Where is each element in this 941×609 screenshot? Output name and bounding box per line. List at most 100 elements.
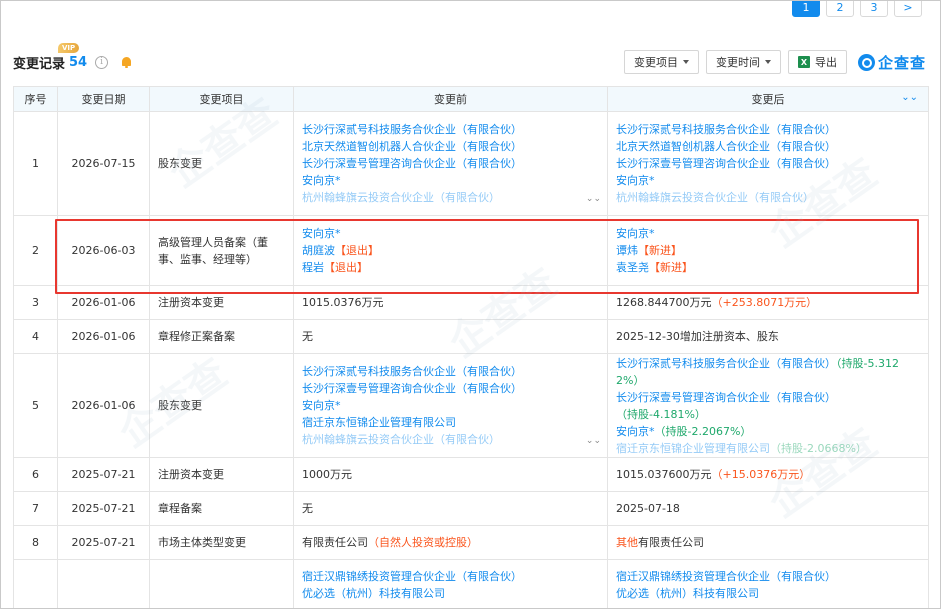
row-number: 6 [13,457,58,492]
change-text: 其他 [616,536,638,549]
entity-link[interactable]: 杭州翰蜂旗云投资合伙企业（有限合伙） [302,191,500,204]
entity-link[interactable]: 安向京* [616,174,655,187]
expand-more-icon[interactable]: ⌄⌄ [586,433,601,450]
entity-link[interactable]: 安向京* [302,174,341,187]
entity-link[interactable]: 优必选（杭州）科技有限公司 [616,587,759,600]
entity-link[interactable]: 宿迁汉鼎锦绣投资管理合伙企业（有限合伙） [302,570,522,583]
change-date: 2026-01-06 [57,353,150,458]
change-text: 2%） [616,373,645,387]
filter-change-time-dropdown[interactable]: 变更时间 [705,50,781,74]
column-header-before: 变更前 [293,86,608,112]
change-text: 【新进】 [649,261,693,274]
export-label: 导出 [814,56,837,69]
change-line: 安向京* [302,397,599,414]
entity-link[interactable]: 程岩 [302,261,324,274]
change-item: 股东变更 [149,353,294,458]
brand-text: 企查查 [877,53,926,72]
entity-link[interactable]: 长沙行深贰号科技服务合伙企业（有限合伙） [302,365,522,378]
change-before: 无 [293,319,608,354]
table-row: 2 2026-06-03 高级管理人员备案（董事、监事、经理等） 安向京* 胡庭波【退出… [13,215,929,286]
entity-link[interactable]: 长沙行深壹号管理咨询合伙企业（有限合伙） [302,382,522,395]
change-date: 2025-07-21 [57,491,150,526]
change-line: 长沙行深贰号科技服务合伙企业（有限合伙） [302,121,599,138]
change-line: 2025-07-18 [616,500,920,517]
change-date: 2026-06-03 [57,215,150,286]
change-date: 2026-07-15 [57,111,150,216]
entity-link[interactable]: 长沙行深贰号科技服务合伙企业（有限合伙） [616,357,836,370]
entity-link[interactable]: 杭州翰蜂旗云投资合伙企业（有限合伙） [302,433,500,446]
change-after: 长沙行深贰号科技服务合伙企业（有限合伙） 北京天然道智创机器人合伙企业（有限合伙）… [607,111,929,216]
change-line: 长沙行深贰号科技服务合伙企业（有限合伙）（持股-5.312 [616,355,920,372]
change-text: 【退出】 [335,244,379,257]
change-before: 安向京* 胡庭波【退出】 程岩【退出】 [293,215,608,286]
change-before: 1000万元 [293,457,608,492]
change-line: 杭州翰蜂旗云投资合伙企业（有限合伙） [302,431,599,448]
caret-down-icon [764,60,771,64]
record-count: 54 [69,54,88,70]
change-before: 1015.0376万元 [293,285,608,320]
change-text: 无 [302,330,313,343]
change-item: 注册资本变更 [149,285,294,320]
entity-link[interactable]: 胡庭波 [302,244,335,257]
change-after-content: 宿迁汉鼎锦绣投资管理合伙企业（有限合伙） 优必选（杭州）科技有限公司 [616,568,920,602]
entity-link[interactable]: 长沙行深贰号科技服务合伙企业（有限合伙） [302,123,522,136]
panel-header: 变更记录 54 VIP i 变更项目 变更时间 X 导出 企查查 [13,42,926,77]
change-after: 1015.037600万元（+15.0376万元） [607,457,929,492]
entity-link[interactable]: 长沙行深壹号管理咨询合伙企业（有限合伙） [616,391,836,404]
change-before-content: 无 [302,500,599,517]
page-button-3[interactable]: 3 [860,1,888,17]
entity-link[interactable]: 宿迁京东恒锦企业管理有限公司 [302,416,456,429]
collapse-all-icon[interactable]: ⌄⌄ [901,92,918,103]
bell-icon[interactable] [120,56,133,69]
change-line: 安向京* [302,172,599,189]
entity-link[interactable]: 长沙行深壹号管理咨询合伙企业（有限合伙） [302,157,522,170]
page-button-2[interactable]: 2 [826,1,854,17]
panel-title: 变更记录 [13,56,66,72]
entity-link[interactable]: 优必选（杭州）科技有限公司 [302,587,445,600]
change-line: 2%） [616,372,920,389]
entity-link[interactable]: 长沙行深贰号科技服务合伙企业（有限合伙） [616,123,836,136]
change-before-content: 1000万元 [302,466,599,483]
change-text: （持股-4.181%） [616,407,706,421]
row-number: 2 [13,215,58,286]
info-icon[interactable]: i [95,55,109,69]
change-line: 北京天然道智创机器人合伙企业（有限合伙） [302,138,599,155]
export-button[interactable]: X 导出 [787,50,847,74]
column-header-item: 变更项目 [149,86,294,112]
change-date [57,559,150,608]
change-line: 有限责任公司（自然人投资或控股） [302,534,599,551]
change-line: 无 [302,500,599,517]
change-after: 长沙行深贰号科技服务合伙企业（有限合伙）（持股-5.312 2%） 长沙行深壹号管理… [607,353,929,458]
entity-link[interactable]: 袁圣尧 [616,261,649,274]
change-after-content: 1268.844700万元（+253.8071万元） [616,294,920,311]
change-line: 2025-12-30增加注册资本、股东 [616,328,920,345]
change-line: 1000万元 [302,466,599,483]
entity-link[interactable]: 杭州翰蜂旗云投资合伙企业（有限合伙） [616,191,814,204]
filter-change-time-label: 变更时间 [715,56,760,69]
entity-link[interactable]: 长沙行深壹号管理咨询合伙企业（有限合伙） [616,157,836,170]
entity-link[interactable]: 宿迁京东恒锦企业管理有限公司 [616,442,770,455]
entity-link[interactable]: 安向京* [616,227,655,240]
change-line: 长沙行深壹号管理咨询合伙企业（有限合伙） [616,155,920,172]
row-number: 7 [13,491,58,526]
change-line: 谭炜【新进】 [616,242,920,259]
entity-link[interactable]: 北京天然道智创机器人合伙企业（有限合伙） [616,140,836,153]
change-text: 有限责任公司 [638,536,704,549]
change-text: （持股-2.2067%） [654,424,752,438]
column-header-after-label: 变更后 [751,93,785,106]
entity-link[interactable]: 安向京* [302,227,341,240]
change-date: 2026-01-06 [57,285,150,320]
entity-link[interactable]: 北京天然道智创机器人合伙企业（有限合伙） [302,140,522,153]
next-page-button[interactable]: > [894,1,922,17]
expand-more-icon[interactable]: ⌄⌄ [586,191,601,208]
change-after: 宿迁汉鼎锦绣投资管理合伙企业（有限合伙） 优必选（杭州）科技有限公司 [607,559,929,608]
change-before-content: 宿迁汉鼎锦绣投资管理合伙企业（有限合伙） 优必选（杭州）科技有限公司 [302,568,599,602]
entity-link[interactable]: 安向京* [616,425,655,438]
filter-change-item-dropdown[interactable]: 变更项目 [623,50,699,74]
entity-link[interactable]: 宿迁汉鼎锦绣投资管理合伙企业（有限合伙） [616,570,836,583]
entity-link[interactable]: 谭炜 [616,244,638,257]
entity-link[interactable]: 安向京* [302,399,341,412]
page-button-1[interactable]: 1 [792,1,820,17]
change-before: 长沙行深贰号科技服务合伙企业（有限合伙） 北京天然道智创机器人合伙企业（有限合伙）… [293,111,608,216]
brand-logo: 企查查 [857,52,926,73]
